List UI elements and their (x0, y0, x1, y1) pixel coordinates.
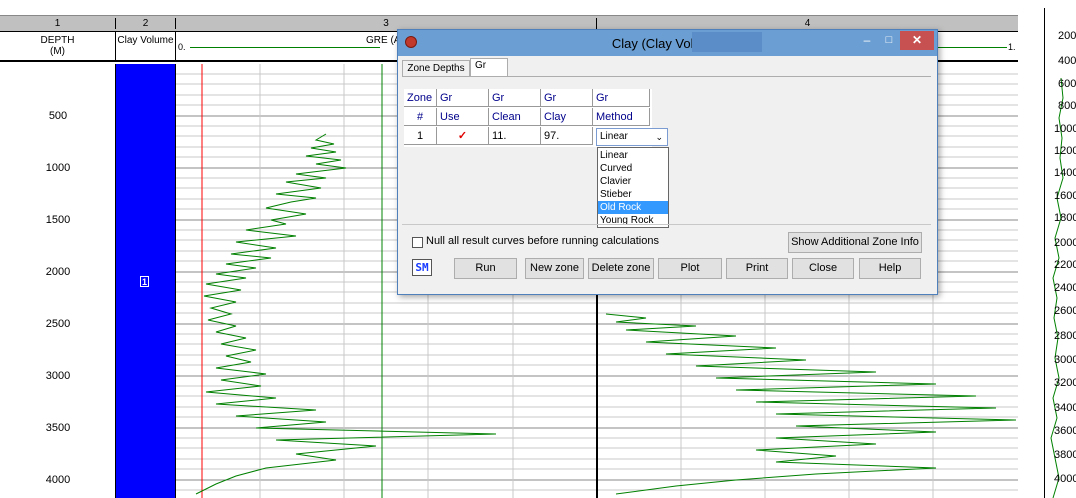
overview-depth-2000: 2000 (1054, 237, 1076, 249)
overview-depth-3400: 3400 (1054, 402, 1076, 414)
minimize-icon[interactable]: – (856, 32, 878, 50)
depth-header[interactable]: DEPTH (M) (0, 32, 116, 60)
delete-zone-button[interactable]: Delete zone (588, 258, 654, 279)
overview-depth-400: 400 (1058, 55, 1076, 67)
col-zone-header: Zone (404, 89, 437, 107)
print-button[interactable]: Print (726, 258, 788, 279)
track4-scale-line (937, 47, 1007, 48)
depth-header-unit: (M) (50, 46, 65, 57)
overview-depth-3600: 3600 (1054, 425, 1076, 437)
track4-scale-max: 1. (1008, 42, 1016, 52)
sm-logo-icon: SM (412, 259, 432, 276)
clean-value-cell[interactable]: 11. (489, 127, 541, 145)
col-clean-header: Gr (489, 89, 541, 107)
plot-button[interactable]: Plot (658, 258, 722, 279)
method-option-young-rock[interactable]: Young Rock (598, 214, 668, 227)
overview-depth-4000: 4000 (1054, 473, 1076, 485)
clay-volume-dialog: Clay (Clay Volume) – □ ✕ Zone Depths Gr … (397, 29, 938, 295)
overview-depth-200: 200 (1058, 30, 1076, 42)
method-select[interactable]: Linear ⌄ (596, 128, 668, 146)
overview-depth-3200: 3200 (1054, 377, 1076, 389)
col-clay-header: Gr (541, 89, 593, 107)
overview-depth-1000: 1000 (1054, 123, 1076, 135)
clay-value-cell[interactable]: 97. (541, 127, 593, 145)
method-option-clavier[interactable]: Clavier (598, 175, 668, 188)
depth-label-3000: 3000 (45, 370, 71, 382)
clay-volume-header[interactable]: Clay Volume (116, 32, 176, 60)
overview-depth-1600: 1600 (1054, 190, 1076, 202)
depth-track: 500 1000 1500 2000 2500 3000 3500 4000 (0, 64, 116, 498)
maximize-icon[interactable]: □ (878, 32, 900, 50)
overview-depth-2800: 2800 (1054, 330, 1076, 342)
track-1-number[interactable]: 1 (0, 18, 116, 29)
close-icon[interactable]: ✕ (900, 31, 934, 50)
col-clean-subheader: Clean (489, 108, 541, 126)
track-4-number[interactable]: 4 (597, 18, 1018, 29)
zone-number-cell[interactable]: 1 (404, 127, 437, 145)
depth-header-label: DEPTH (40, 35, 75, 46)
depth-label-3500: 3500 (45, 422, 71, 434)
use-checkmark-icon[interactable]: ✓ (437, 127, 489, 145)
close-button[interactable]: Close (792, 258, 854, 279)
gre-scale-line (190, 47, 380, 48)
depth-label-500: 500 (48, 110, 68, 122)
method-option-linear[interactable]: Linear (598, 149, 668, 162)
dialog-title-bar[interactable]: Clay (Clay Volume) – □ ✕ (398, 30, 937, 56)
depth-label-1000: 1000 (45, 162, 71, 174)
overview-depth-2400: 2400 (1054, 282, 1076, 294)
method-select-value: Linear (600, 131, 628, 142)
overview-depth-2200: 2200 (1054, 259, 1076, 271)
overview-depth-1400: 1400 (1054, 167, 1076, 179)
tab-panel (402, 76, 931, 84)
col-method-header: Gr (593, 89, 650, 107)
overview-depth-1200: 1200 (1054, 145, 1076, 157)
tab-zone-depths[interactable]: Zone Depths (402, 60, 470, 76)
depth-label-1500: 1500 (45, 214, 71, 226)
method-option-stieber[interactable]: Stieber (598, 188, 668, 201)
clay-volume-fill: 1 (116, 64, 176, 498)
depth-label-4000: 4000 (45, 474, 71, 486)
overview-depth-800: 800 (1058, 100, 1076, 112)
clay-volume-header-label: Clay Volume (117, 35, 174, 46)
col-zone-subheader: # (404, 108, 437, 126)
overview-depth-3000: 3000 (1054, 354, 1076, 366)
col-clay-subheader: Clay (541, 108, 593, 126)
null-curves-checkbox-label[interactable]: Null all result curves before running ca… (426, 235, 659, 247)
top-header-strip (0, 0, 1018, 15)
tab-gr-label: Gr (475, 60, 487, 71)
track-2-number[interactable]: 2 (116, 18, 176, 29)
tab-gr[interactable]: Gr (470, 58, 508, 77)
gre-scale-min: 0. (178, 42, 186, 52)
gr-curve-track4 (605, 313, 1017, 495)
overview-depth-3800: 3800 (1054, 449, 1076, 461)
method-dropdown-list: Linear Curved Clavier Stieber Old Rock Y… (597, 147, 669, 228)
method-option-curved[interactable]: Curved (598, 162, 668, 175)
overview-depth-600: 600 (1058, 78, 1076, 90)
depth-label-2500: 2500 (45, 318, 71, 330)
col-use-subheader: Use (437, 108, 489, 126)
overview-panel: 200 400 600 800 1000 1200 1400 1600 1800… (1044, 8, 1076, 498)
overview-depth-2600: 2600 (1054, 305, 1076, 317)
run-button[interactable]: Run (454, 258, 517, 279)
new-zone-button[interactable]: New zone (525, 258, 584, 279)
chevron-down-icon: ⌄ (655, 132, 663, 142)
depth-label-2000: 2000 (45, 266, 71, 278)
col-method-subheader: Method (593, 108, 650, 126)
track-3-number[interactable]: 3 (176, 18, 597, 29)
zone-marker[interactable]: 1 (140, 276, 149, 287)
show-additional-zone-info-button[interactable]: Show Additional Zone Info (788, 232, 922, 253)
tab-zone-depths-label: Zone Depths (407, 63, 465, 74)
null-curves-checkbox[interactable] (412, 237, 423, 248)
title-redacted-block (692, 32, 762, 52)
help-button[interactable]: Help (859, 258, 921, 279)
overview-depth-1800: 1800 (1054, 212, 1076, 224)
gre-header-label: GRE (A (366, 35, 401, 46)
bottom-separator (402, 224, 931, 225)
method-option-old-rock[interactable]: Old Rock (598, 201, 668, 214)
col-use-header: Gr (437, 89, 489, 107)
